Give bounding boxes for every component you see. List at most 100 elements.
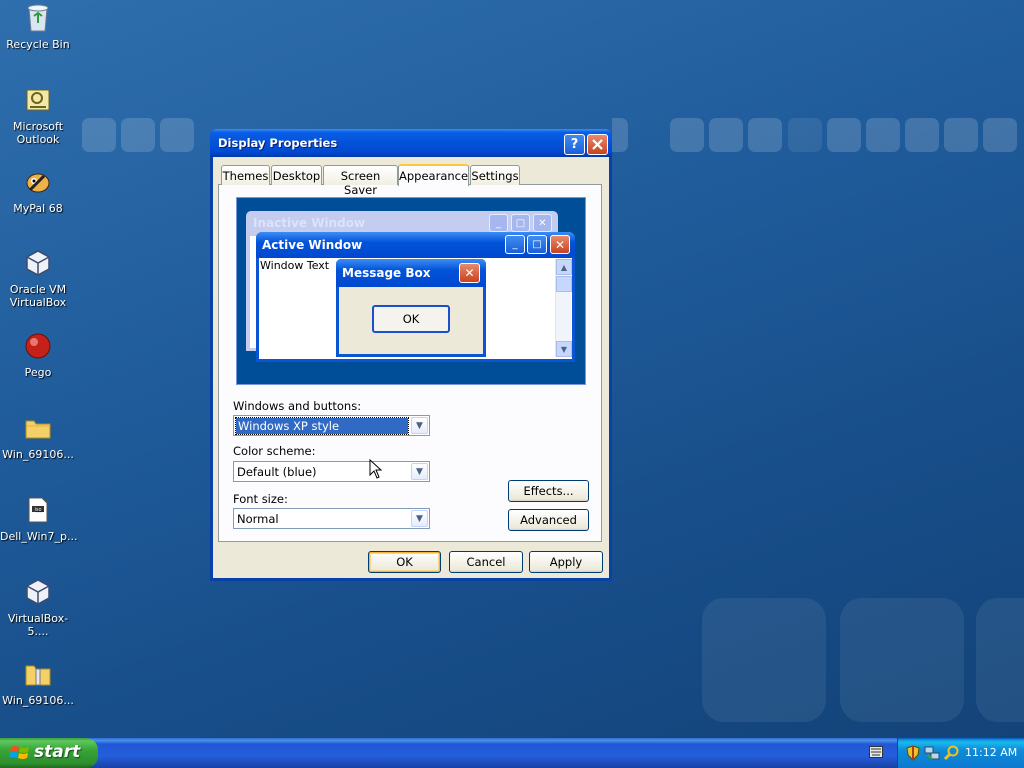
preview-message-body: OK [339,287,483,354]
start-label: start [34,742,81,762]
desktop-icon-virtualbox-installer[interactable]: VirtualBox-5.... [0,576,76,638]
font-size-label: Font size: [233,492,288,506]
preview-ok-button: OK [372,305,450,333]
color-scheme-value: Default (blue) [237,465,317,479]
ok-button[interactable]: OK [368,551,441,573]
scroll-down-icon: ▼ [556,341,572,357]
desktop-icon-label: Oracle VM VirtualBox [9,283,67,309]
tab-label: Desktop [272,169,321,183]
clock[interactable]: 11:12 AM [965,746,1017,759]
chevron-down-icon[interactable]: ▼ [411,510,428,527]
virtualbox-icon [22,576,54,608]
tab-screen-saver[interactable]: Screen Saver [323,165,398,197]
recycle-bin-icon [22,2,54,34]
network-icon[interactable] [924,745,940,761]
close-icon: ✕ [550,235,570,254]
tab-desktop[interactable]: Desktop [271,165,322,185]
system-tray: 11:12 AM [897,738,1024,768]
maximize-icon: □ [511,214,530,232]
cancel-button[interactable]: Cancel [449,551,523,573]
help-button[interactable]: ? [564,134,585,155]
tab-label: Appearance [399,169,469,183]
desktop-tile [82,118,116,152]
preview-message-titlebar: Message Box ✕ [336,259,486,287]
tab-themes[interactable]: Themes [221,165,270,185]
desktop-icon-microsoft-outlook[interactable]: Microsoft Outlook [0,84,76,146]
font-size-value: Normal [237,512,279,526]
desktop-tile [160,118,194,152]
desktop-tile [702,598,826,722]
desktop-tile [121,118,155,152]
security-shield-icon[interactable] [906,745,920,761]
desktop-icon-win-folder[interactable]: Win_69106... [0,412,76,461]
desktop-icon-label: Recycle Bin [6,38,70,51]
mypal-icon [22,166,54,198]
chevron-down-icon[interactable]: ▼ [411,463,428,480]
close-icon: ✕ [533,214,552,232]
desktop-icon-pego[interactable]: Pego [0,330,76,379]
scroll-thumb [556,276,572,292]
tab-settings[interactable]: Settings [470,165,520,185]
windows-buttons-label: Windows and buttons: [233,399,362,413]
desktop-icon-dell-win7[interactable]: iso Dell_Win7_p... [0,494,78,543]
desktop-icon-label: MyPal 68 [13,202,63,215]
desktop-icon-win-zip[interactable]: Win_69106... [0,658,76,707]
preview-active-title: Active Window [262,238,363,252]
pego-icon [22,330,54,362]
preview-message-box: Message Box ✕ OK [336,259,486,357]
close-button[interactable] [587,134,608,155]
outlook-icon [22,84,54,116]
svg-text:iso: iso [34,507,41,513]
windows-buttons-value: Windows XP style [235,417,409,435]
desktop-icon-mypal[interactable]: MyPal 68 [0,166,76,215]
desktop-icon-label: Pego [24,366,52,379]
preview-active-titlebar: Active Window _ □ ✕ [256,232,575,258]
desktop-tile [612,118,628,152]
desktop-tile [944,118,978,152]
maximize-icon: □ [527,235,547,254]
minimize-icon: _ [505,235,525,254]
desktop-tile [983,118,1017,152]
minimize-icon: _ [489,214,508,232]
font-size-select[interactable]: Normal ▼ [233,508,430,529]
desktop-tile [709,118,743,152]
desktop-tile [748,118,782,152]
desktop-icon-recycle-bin[interactable]: Recycle Bin [0,2,76,51]
search-icon[interactable] [944,745,960,761]
desktop-tile [827,118,861,152]
windows-logo-icon [10,746,29,759]
window-title: Display Properties [218,136,338,150]
desktop-icon-label: Dell_Win7_p... [0,530,78,543]
color-scheme-select[interactable]: Default (blue) ▼ [233,461,430,482]
zip-folder-icon [22,658,54,690]
keyboard-icon[interactable] [869,746,883,758]
desktop-tile [788,118,822,152]
desktop-icon-label: Microsoft Outlook [12,120,64,146]
apply-button[interactable]: Apply [529,551,603,573]
chevron-down-icon[interactable]: ▼ [411,417,428,434]
color-scheme-label: Color scheme: [233,444,316,458]
preview-message-title: Message Box [342,266,431,280]
windows-buttons-select[interactable]: Windows XP style ▼ [233,415,430,436]
desktop-tile [840,598,964,722]
desktop-icon-virtualbox[interactable]: Oracle VM VirtualBox [0,247,76,309]
start-button[interactable]: start [0,738,98,768]
desktop-icon-label: Win_69106... [2,448,74,461]
tab-label: Screen Saver [340,169,381,197]
help-icon: ? [570,137,579,152]
close-icon [592,139,603,150]
mouse-cursor-icon [369,459,383,479]
desktop-tile [976,598,1024,722]
advanced-button[interactable]: Advanced [508,509,589,531]
scroll-up-icon: ▲ [556,259,572,275]
desktop-tile [905,118,939,152]
tab-label: Themes [222,169,269,183]
document-icon: iso [22,494,54,526]
preview-scrollbar: ▲ ▼ [555,259,572,357]
effects-button[interactable]: Effects... [508,480,589,502]
desktop-tile [670,118,704,152]
tab-appearance[interactable]: Appearance [398,164,469,186]
tab-label: Settings [471,169,519,183]
desktop-tile [866,118,900,152]
title-bar[interactable]: Display Properties ? [210,129,612,157]
